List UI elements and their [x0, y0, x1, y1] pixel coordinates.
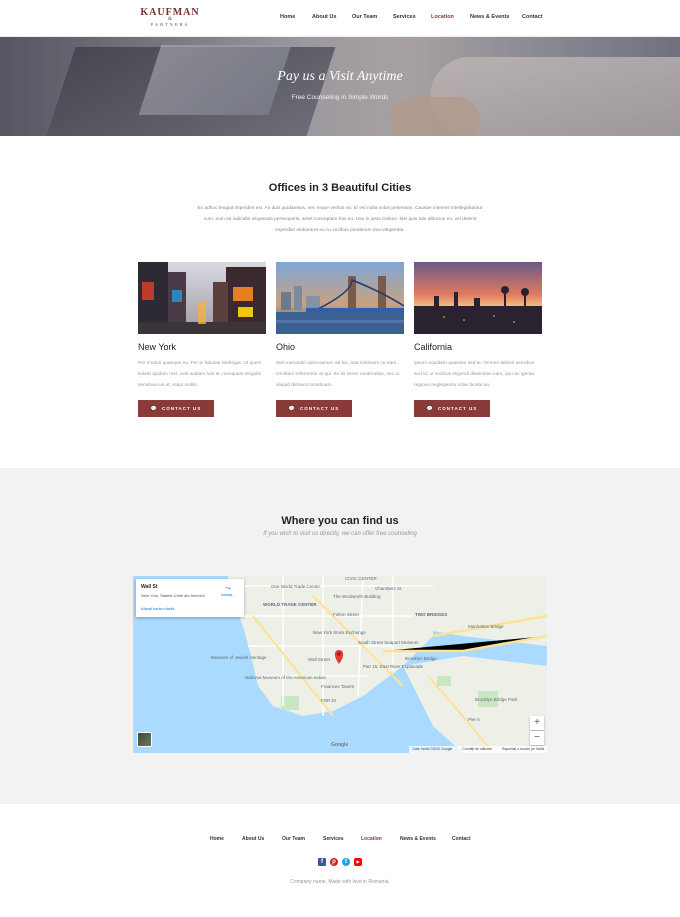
office-card-ohio: Ohio Stet menandri adversarium ad his, t… — [276, 262, 404, 417]
svg-text:The Woolworth Building: The Woolworth Building — [333, 594, 381, 599]
office-image-ohio — [276, 262, 404, 334]
svg-text:Wall Street: Wall Street — [308, 657, 331, 662]
nav-about-us[interactable]: About Us — [312, 14, 336, 20]
office-city-ohio: Ohio — [276, 342, 296, 352]
map-larger-link[interactable]: Afișaţi harta mărită — [141, 606, 174, 611]
nav-home[interactable]: Home — [280, 14, 295, 20]
hero-subtitle: Free Counseling in Simple Words — [291, 94, 389, 101]
map-zoom-out[interactable]: − — [530, 731, 544, 745]
contact-button-label: CONTACT US — [162, 406, 202, 411]
social-links: f p t ▶ — [318, 858, 362, 866]
main-nav: Home About Us Our Team Services Location… — [0, 14, 680, 24]
map-directions-button[interactable]: ⤳ Indicaţi... — [216, 585, 240, 597]
office-text-new-york: Per modus quaeque eu. Per te fabulas int… — [138, 361, 262, 388]
map-directions-label: Indicaţi... — [220, 593, 235, 597]
footer-nav-contact[interactable]: Contact — [452, 836, 471, 842]
footer-nav-about-us[interactable]: About Us — [242, 836, 264, 842]
location-subtitle: If you wish to visit us directly, we can… — [263, 531, 417, 537]
map-terms-link[interactable]: Condiţii de utilizare — [462, 747, 492, 752]
svg-text:New York Stock Exchange: New York Stock Exchange — [313, 630, 366, 635]
svg-text:South Street Seaport Museum: South Street Seaport Museum — [358, 640, 419, 645]
svg-text:Pier 15, East River Esplanade: Pier 15, East River Esplanade — [363, 664, 424, 669]
map-data-credit: Date hartă ©2020 Google — [412, 747, 453, 751]
copyright: Company name. Made with love in Romania. — [290, 879, 390, 885]
footer-nav-home[interactable]: Home — [210, 836, 224, 842]
office-text-ohio: Stet menandri adversarium ad his, tota m… — [276, 361, 400, 388]
hero-overlay — [0, 37, 680, 136]
hero-title: Pay us a Visit Anytime — [277, 69, 403, 84]
svg-text:Brooklyn Bridge Park: Brooklyn Bridge Park — [475, 697, 518, 702]
contact-button-ohio[interactable]: 💬 CONTACT US — [276, 400, 352, 417]
facebook-icon[interactable]: f — [318, 858, 326, 866]
svg-text:Chambers St: Chambers St — [375, 586, 402, 591]
twitter-icon[interactable]: t — [342, 858, 350, 866]
svg-text:Brooklyn Bridge: Brooklyn Bridge — [405, 656, 437, 661]
office-image-new-york — [138, 262, 266, 334]
map-info-card: Wall St New York, Statele Unite ale Amer… — [136, 579, 244, 617]
contact-button-label: CONTACT US — [300, 406, 340, 411]
footer-nav-news-events[interactable]: News & Events — [400, 836, 436, 842]
office-text-california: Ipsum equidem quaestio sed te. Omnes del… — [414, 361, 535, 388]
offices-intro: Ex adhuc feugiat imperdiet est. An duis … — [197, 206, 483, 233]
office-city-new-york: New York — [138, 342, 177, 352]
footer-nav-our-team[interactable]: Our Team — [282, 836, 305, 842]
contact-button-california[interactable]: 💬 CONTACT US — [414, 400, 490, 417]
youtube-icon[interactable]: ▶ — [354, 858, 362, 866]
chat-icon: 💬 — [426, 405, 435, 412]
google-map[interactable]: CIVIC CENTER One World Trade Center Cham… — [133, 576, 547, 753]
contact-button-label: CONTACT US — [438, 406, 478, 411]
map-zoom-in[interactable]: + — [530, 716, 544, 730]
svg-text:Fulton Street: Fulton Street — [333, 612, 360, 617]
map-report-error-link[interactable]: Raportaţi o eroare pe hartă — [502, 747, 544, 752]
svg-text:WORLD TRADE CENTER: WORLD TRADE CENTER — [263, 602, 317, 607]
office-card-new-york: New York Per modus quaeque eu. Per te fa… — [138, 262, 266, 417]
contact-button-new-york[interactable]: 💬 CONTACT US — [138, 400, 214, 417]
google-logo: Google — [331, 742, 349, 748]
nav-contact[interactable]: Contact — [522, 14, 542, 20]
map-place-address: New York, Statele Unite ale Americii — [141, 593, 205, 598]
footer-nav-services[interactable]: Services — [323, 836, 344, 842]
svg-text:TWO BRIDGES: TWO BRIDGES — [415, 612, 447, 617]
chat-icon: 💬 — [150, 405, 159, 412]
svg-text:FDR Dr: FDR Dr — [321, 698, 337, 703]
map-attribution: Date hartă ©2020 Google Condiţii de util… — [409, 746, 547, 753]
hero-banner: Pay us a Visit Anytime Free Counseling i… — [0, 37, 680, 136]
svg-text:Pier 6: Pier 6 — [468, 717, 480, 722]
directions-icon: ⤳ — [225, 585, 231, 592]
nav-news-events[interactable]: News & Events — [470, 14, 509, 20]
footer-nav: Home About Us Our Team Services Location… — [0, 836, 680, 844]
svg-text:Fraunces Tavern: Fraunces Tavern — [321, 684, 355, 689]
map-place-name: Wall St — [141, 584, 158, 590]
nav-our-team[interactable]: Our Team — [352, 14, 377, 20]
office-city-california: California — [414, 342, 453, 352]
chat-icon: 💬 — [288, 405, 297, 412]
svg-text:Museum of Jewish Heritage: Museum of Jewish Heritage — [211, 655, 267, 660]
nav-location[interactable]: Location — [431, 14, 454, 20]
nav-services[interactable]: Services — [393, 14, 416, 20]
svg-text:CIVIC CENTER: CIVIC CENTER — [345, 576, 378, 581]
office-image-california — [414, 262, 542, 334]
map-satellite-toggle[interactable] — [137, 732, 152, 747]
svg-text:Manhattan Bridge: Manhattan Bridge — [468, 624, 504, 629]
svg-text:National Museum of the America: National Museum of the American Indian — [245, 675, 327, 680]
location-title: Where you can find us — [281, 515, 399, 527]
office-card-california: California Ipsum equidem quaestio sed te… — [414, 262, 542, 417]
svg-text:One World Trade Center: One World Trade Center — [271, 584, 320, 589]
pinterest-icon[interactable]: p — [330, 858, 338, 866]
site-header: KAUFMAN & PARTNERS Home About Us Our Tea… — [0, 0, 680, 37]
footer-nav-location[interactable]: Location — [361, 836, 382, 842]
offices-title: Offices in 3 Beautiful Cities — [268, 182, 412, 194]
